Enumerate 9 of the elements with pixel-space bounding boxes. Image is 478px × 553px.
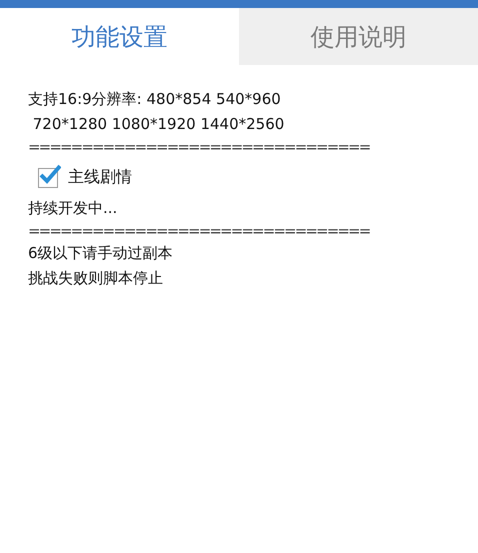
info-text: 支持16:9分辨率: 480*854 540*960 720*1280 1080*1920 1440*2560: [28, 89, 286, 135]
info-text: 持续开发中...: [28, 198, 118, 219]
info-text: 挑战失败则脚本停止: [28, 268, 164, 289]
checkbox-label: 主线剧情: [68, 167, 132, 188]
info-text: 6级以下请手动过副本: [28, 243, 174, 264]
divider-text: ================================: [28, 221, 371, 241]
tab[interactable]: 使用说明: [239, 8, 478, 65]
checkbox[interactable]: [38, 168, 58, 188]
divider-text: ================================: [28, 137, 371, 157]
